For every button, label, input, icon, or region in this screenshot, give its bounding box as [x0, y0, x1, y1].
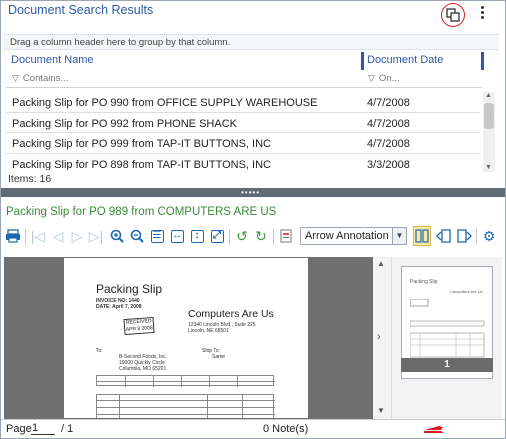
first-page-icon[interactable]: |◁	[29, 226, 47, 246]
zoom-in-icon[interactable]	[108, 226, 126, 246]
thumbnail-panel: Packing Slip Computers Are Us 1	[391, 257, 502, 419]
page-date: DATE: April 7, 2008	[96, 304, 142, 310]
popout-window-button[interactable]	[441, 3, 465, 27]
column-header-document-name[interactable]: Document Name	[11, 54, 94, 66]
page-total: / 1	[61, 423, 74, 435]
table-row[interactable]: Packing Slip for PO 990 from OFFICE SUPP…	[6, 92, 480, 113]
page-company: Computers Are Us	[188, 308, 274, 320]
page-address-line: Lincoln, NE 68501	[188, 328, 229, 334]
annotation-type-value: Arrow Annotation	[305, 230, 389, 242]
scroll-up-icon[interactable]: ▲	[485, 92, 492, 100]
settings-gear-icon[interactable]: ⚙	[480, 226, 498, 246]
previous-document-icon[interactable]	[435, 226, 453, 246]
rotate-right-icon[interactable]: ↻	[252, 226, 270, 246]
document-title: Packing Slip for PO 989 from COMPUTERS A…	[6, 206, 277, 218]
chevron-down-icon[interactable]: ▼	[377, 406, 385, 415]
cell-document-date: 4/7/2008	[367, 117, 410, 130]
page-label: Page	[6, 423, 32, 435]
page-table-header	[96, 375, 275, 387]
divider	[273, 229, 274, 245]
status-bar: Page 1 / 1 0 Note(s)	[1, 419, 505, 438]
filter-placeholder: On...	[378, 73, 400, 84]
divider	[6, 87, 482, 88]
scrollbar-thumb[interactable]	[484, 103, 494, 129]
chevron-down-icon[interactable]: ▼	[392, 228, 406, 244]
more-options-icon[interactable]	[478, 6, 486, 22]
cell-document-name: Packing Slip for PO 992 from PHONE SHACK	[12, 117, 237, 130]
page-to-label: To:	[96, 348, 103, 354]
rotate-left-icon[interactable]: ↺	[233, 226, 251, 246]
table-row[interactable]: Packing Slip for PO 898 from TAP-IT BUTT…	[6, 154, 480, 171]
results-table-body: Packing Slip for PO 990 from OFFICE SUPP…	[6, 92, 480, 170]
cell-document-name: Packing Slip for PO 990 from OFFICE SUPP…	[12, 97, 318, 109]
column-header-document-date[interactable]: Document Date	[367, 54, 443, 66]
fit-height-icon[interactable]: ↕	[188, 226, 206, 246]
thumbnail-content	[410, 299, 485, 358]
fit-width-icon[interactable]: ↔	[168, 226, 186, 246]
page-ship-to-value: Same	[212, 354, 226, 360]
thumbnail-page-number: 1	[401, 358, 493, 372]
previous-page-icon[interactable]: ◁	[49, 226, 67, 246]
actual-size-icon[interactable]: ☰	[148, 226, 166, 246]
cell-document-date: 4/7/2008	[367, 138, 410, 150]
divider	[25, 229, 26, 245]
received-stamp: RECEIVED APR 8 2008	[123, 316, 155, 336]
page-table-items	[96, 394, 275, 418]
notes-count: 0 Note(s)	[263, 423, 309, 435]
document-page[interactable]: Packing Slip INVOICE NO: 1440 DATE: Apri…	[64, 258, 308, 418]
results-scrollbar[interactable]: ▲ ▼	[483, 92, 495, 172]
filter-placeholder: Contains...	[22, 73, 69, 84]
scroll-down-icon[interactable]: ▼	[485, 164, 492, 172]
panel-splitter[interactable]: •••••	[1, 188, 505, 197]
thumbnail-title: Packing Slip	[410, 279, 438, 285]
fit-page-icon[interactable]: ⤢	[208, 226, 226, 246]
page-number-input[interactable]: 1	[31, 422, 55, 435]
filter-document-date[interactable]: ▽ On...	[368, 73, 400, 84]
filter-document-name[interactable]: ▽ Contains...	[12, 73, 68, 84]
panel-title: Document Search Results	[8, 3, 154, 17]
cell-document-name: Packing Slip for PO 898 from TAP-IT BUTT…	[12, 158, 271, 171]
table-row[interactable]: Packing Slip for PO 992 from PHONE SHACK…	[6, 113, 480, 133]
splitter-grip-icon: •••••	[241, 188, 261, 197]
cell-document-date: 3/3/2008	[367, 158, 410, 171]
filter-icon: ▽	[368, 73, 375, 83]
page-to-line: Columbia, MO 65201	[119, 366, 167, 372]
chevron-right-icon[interactable]: ›	[377, 331, 381, 343]
cell-document-date: 4/7/2008	[367, 97, 410, 109]
column-divider[interactable]	[361, 52, 364, 70]
popout-icon	[446, 8, 460, 22]
filter-icon: ▽	[12, 73, 19, 83]
divider	[229, 229, 230, 245]
print-icon[interactable]	[4, 226, 22, 246]
next-document-icon[interactable]	[455, 226, 473, 246]
table-row[interactable]: Packing Slip for PO 999 from TAP-IT BUTT…	[6, 133, 480, 154]
page-heading: Packing Slip	[96, 282, 163, 296]
stapler-icon[interactable]	[423, 423, 445, 434]
thumbnail-nav: ▲ › ▼	[373, 257, 391, 419]
column-divider[interactable]	[481, 52, 484, 70]
thumbnails-toggle-icon[interactable]	[413, 226, 431, 246]
chevron-up-icon[interactable]: ▲	[377, 259, 385, 268]
annotation-type-select[interactable]: Arrow Annotation ▼	[300, 227, 407, 245]
annotation-tool-icon[interactable]	[277, 226, 295, 246]
group-by-area[interactable]: Drag a column header here to group by th…	[4, 34, 499, 50]
cell-document-name: Packing Slip for PO 999 from TAP-IT BUTT…	[12, 138, 271, 150]
thumbnail-company: Computers Are Us	[450, 289, 483, 294]
viewer-toolbar: |◁ ◁ ▷ ▷| ☰ ↔ ↕ ⤢ ↺ ↻ Arrow Annotation ▼…	[4, 226, 502, 248]
items-count: Items: 16	[8, 173, 52, 185]
last-page-icon[interactable]: ▷|	[87, 226, 105, 246]
next-page-icon[interactable]: ▷	[68, 226, 86, 246]
divider	[476, 229, 477, 245]
zoom-out-icon[interactable]	[128, 226, 146, 246]
